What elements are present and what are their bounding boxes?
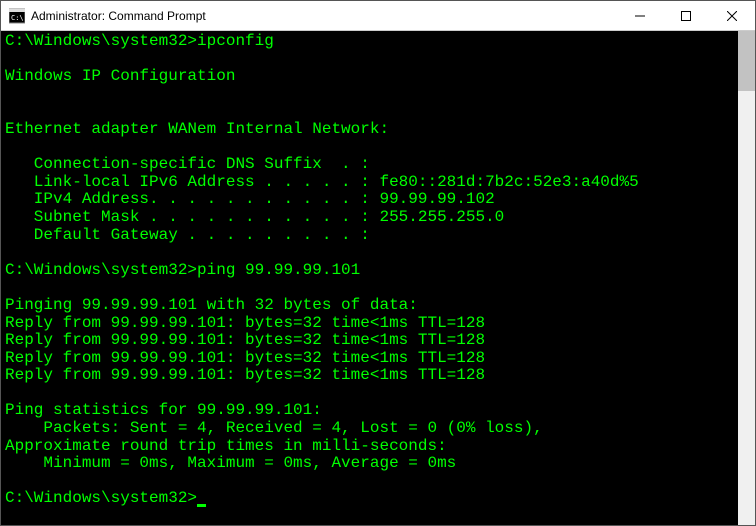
line: Connection-specific DNS Suffix . :	[5, 155, 370, 173]
command: ipconfig	[197, 32, 274, 50]
vertical-scrollbar[interactable]	[738, 31, 755, 525]
window-controls	[617, 1, 755, 30]
line: Subnet Mask . . . . . . . . . . . : 255.…	[5, 208, 504, 226]
line: Reply from 99.99.99.101: bytes=32 time<1…	[5, 331, 485, 349]
line: Default Gateway . . . . . . . . . :	[5, 226, 370, 244]
prompt: C:\Windows\system32>	[5, 261, 197, 279]
terminal-area: C:\Windows\system32>ipconfig Windows IP …	[1, 31, 755, 525]
line: IPv4 Address. . . . . . . . . . . : 99.9…	[5, 190, 495, 208]
window-title: Administrator: Command Prompt	[31, 9, 617, 23]
command: ping 99.99.99.101	[197, 261, 360, 279]
terminal-output[interactable]: C:\Windows\system32>ipconfig Windows IP …	[1, 31, 738, 525]
svg-text:C:\: C:\	[11, 14, 24, 22]
line: Ethernet adapter WANem Internal Network:	[5, 120, 389, 138]
line: Reply from 99.99.99.101: bytes=32 time<1…	[5, 349, 485, 367]
minimize-button[interactable]	[617, 1, 663, 30]
line: Ping statistics for 99.99.99.101:	[5, 401, 322, 419]
line: Windows IP Configuration	[5, 67, 235, 85]
line: Pinging 99.99.99.101 with 32 bytes of da…	[5, 296, 418, 314]
command-prompt-window: C:\ Administrator: Command Prompt C:\Win…	[0, 0, 756, 526]
line: Link-local IPv6 Address . . . . . : fe80…	[5, 173, 639, 191]
line: Reply from 99.99.99.101: bytes=32 time<1…	[5, 314, 485, 332]
line: Approximate round trip times in milli-se…	[5, 437, 447, 455]
prompt: C:\Windows\system32>	[5, 489, 197, 507]
line: Minimum = 0ms, Maximum = 0ms, Average = …	[5, 454, 456, 472]
line: Packets: Sent = 4, Received = 4, Lost = …	[5, 419, 543, 437]
titlebar[interactable]: C:\ Administrator: Command Prompt	[1, 1, 755, 31]
maximize-button[interactable]	[663, 1, 709, 30]
close-button[interactable]	[709, 1, 755, 30]
scrollbar-thumb[interactable]	[738, 31, 755, 91]
cursor	[197, 504, 206, 507]
prompt: C:\Windows\system32>	[5, 32, 197, 50]
line: Reply from 99.99.99.101: bytes=32 time<1…	[5, 366, 485, 384]
cmd-icon: C:\	[9, 8, 25, 24]
